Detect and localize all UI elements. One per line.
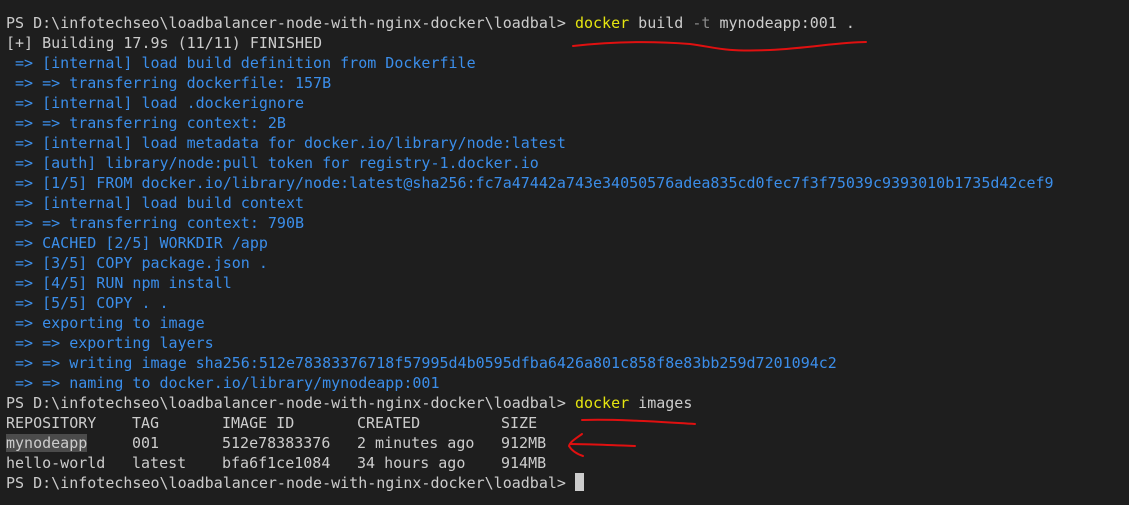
- underline-build-command: [572, 41, 867, 52]
- underline-images-command: [581, 418, 696, 425]
- annotation-overlay: [567, 41, 867, 457]
- arrow-shaft: [569, 443, 636, 447]
